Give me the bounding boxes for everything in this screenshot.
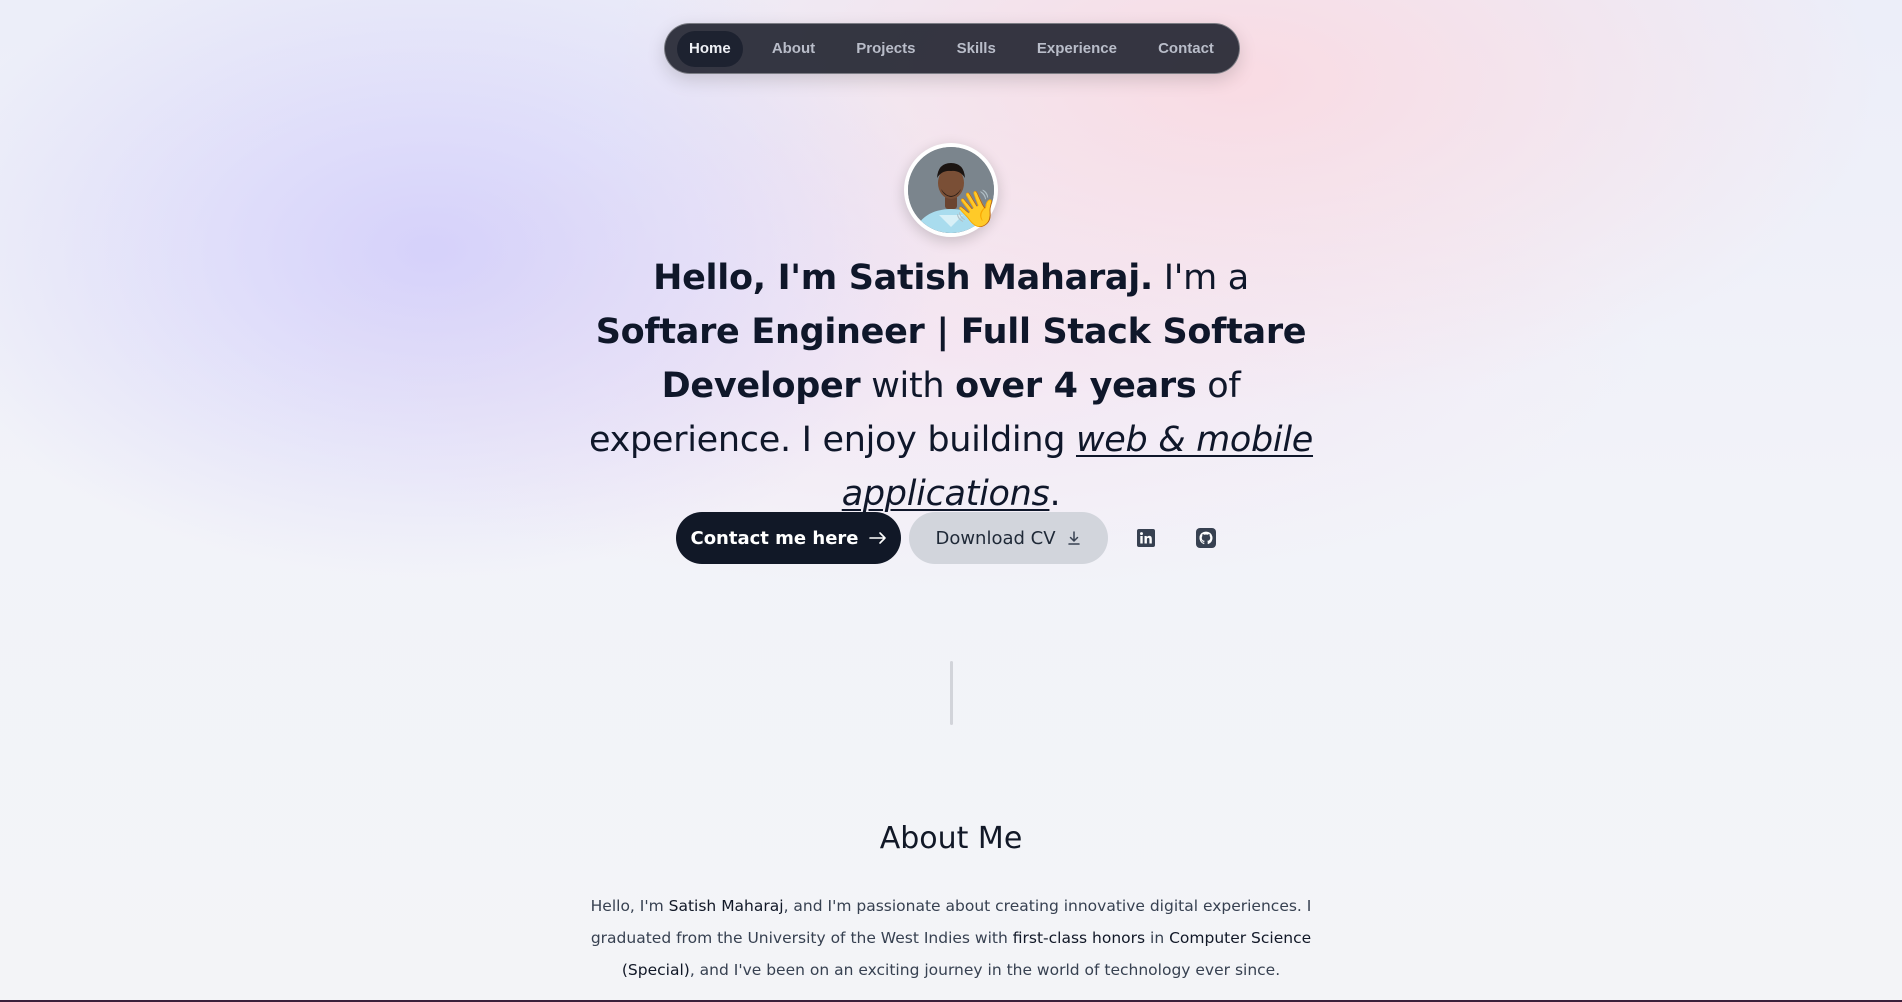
github-link[interactable] [1188,520,1224,556]
headline-years: over 4 years [955,366,1197,406]
contact-button-label: Contact me here [690,527,859,549]
headline-period: . [1049,474,1061,514]
section-divider [950,661,953,725]
about-name: Satish Maharaj [668,897,784,915]
top-navigation: Home About Projects Skills Experience Co… [664,23,1240,74]
about-text-3: in [1145,929,1170,947]
about-text-4: , and I've been on an exciting journey i… [689,961,1281,979]
nav-item-contact[interactable]: Contact [1146,31,1226,67]
nav-item-projects[interactable]: Projects [844,31,927,67]
hero-headline: Hello, I'm Satish Maharaj. I'm a Softare… [580,251,1322,521]
about-paragraph: Hello, I'm Satish Maharaj, and I'm passi… [590,890,1312,986]
nav-item-about[interactable]: About [760,31,827,67]
about-section-title: About Me [879,821,1023,856]
linkedin-link[interactable] [1128,520,1164,556]
download-cv-button[interactable]: Download CV [909,512,1108,564]
headline-with: with [860,366,956,406]
headline-greeting: Hello, I'm Satish Maharaj. [653,258,1153,298]
arrow-right-icon [868,531,887,545]
download-icon [1066,530,1082,546]
nav-item-experience[interactable]: Experience [1025,31,1129,67]
headline-im-a: I'm a [1152,258,1249,298]
cv-button-label: Download CV [935,527,1056,549]
about-text-1: Hello, I'm [590,897,669,915]
profile-avatar-wrapper: 👋 [904,143,998,237]
waving-hand-icon: 👋 [953,189,998,230]
linkedin-icon [1137,529,1155,547]
github-icon [1196,528,1216,548]
nav-item-skills[interactable]: Skills [945,31,1008,67]
nav-item-home[interactable]: Home [677,30,743,67]
about-honors: first-class honors [1012,929,1146,947]
contact-me-button[interactable]: Contact me here [676,512,901,564]
hero-actions: Contact me here Download CV [676,512,1224,564]
